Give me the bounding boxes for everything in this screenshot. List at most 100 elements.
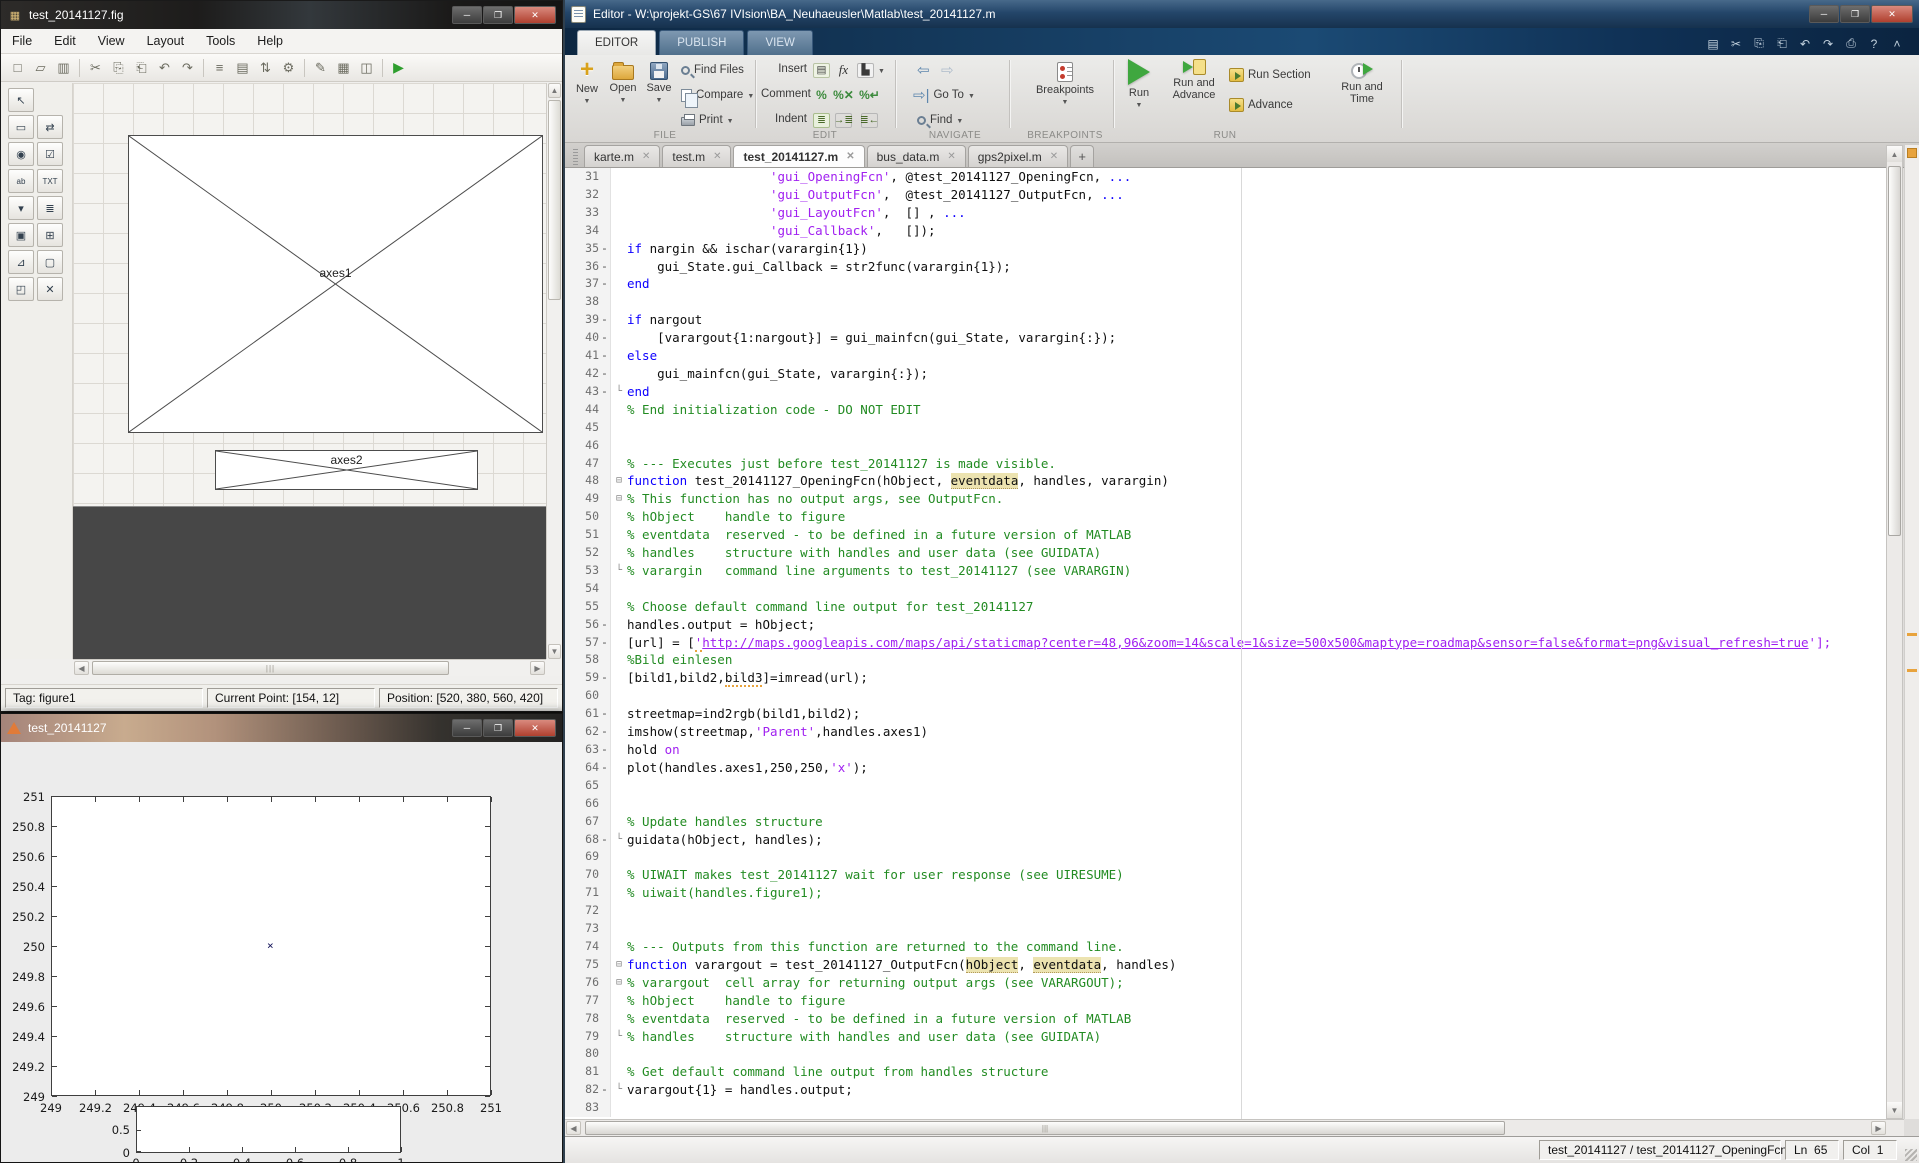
indent-left-button[interactable]: ≣← [861,110,878,130]
copy-icon[interactable]: ⎘ [107,57,130,79]
panel-tool[interactable]: ▢ [37,250,63,274]
resize-grip[interactable] [1905,1149,1917,1161]
axes2-placeholder[interactable]: axes2 [215,450,478,490]
toggle-button-tool[interactable]: ▣ [8,223,34,247]
code-line[interactable]: 37-end [565,275,1887,293]
save-button[interactable]: Save▼ [641,59,677,125]
code-line[interactable]: 53└% varargin command line arguments to … [565,562,1887,580]
code-line[interactable]: 62-imshow(streetmap,'Parent',handles.axe… [565,723,1887,741]
scroll-up-icon[interactable]: ▲ [1887,146,1902,162]
code-line[interactable]: 73 [565,920,1887,938]
code-line[interactable]: 81% Get default command line output from… [565,1063,1887,1081]
code-line[interactable]: 60 [565,687,1887,705]
code-line[interactable]: 59-[bild1,bild2,bild3]=imread(url); [565,669,1887,687]
cut-icon[interactable]: ✂ [1728,37,1744,51]
check-box-tool[interactable]: ☑ [37,142,63,166]
code-line[interactable]: 32 'gui_OutputFcn', @test_20141127_Outpu… [565,186,1887,204]
insert-block-button[interactable]: ▙▼ [857,60,885,80]
undo-icon[interactable]: ↶ [1797,37,1813,51]
code-line[interactable]: 76⊟% varargout cell array for returning … [565,974,1887,992]
paste-icon[interactable]: ⎗ [130,57,153,79]
code-line[interactable]: 36- gui_State.gui_Callback = str2func(va… [565,258,1887,276]
code-line[interactable]: 44% End initialization code - DO NOT EDI… [565,401,1887,419]
code-line[interactable]: 46 [565,437,1887,455]
run-section-button[interactable]: Run Section [1229,65,1311,85]
insert-function-button[interactable]: fx [835,60,852,80]
table-tool[interactable]: ⊞ [37,223,63,247]
new-tab-button[interactable]: + [1070,145,1094,167]
static-text-tool[interactable]: TXT [37,169,63,193]
code-editor[interactable]: 31 'gui_OpeningFcn', @test_20141127_Open… [565,168,1887,1119]
fold-marker[interactable]: ⊟ [611,472,627,490]
axes-tool[interactable]: ⊿ [8,250,34,274]
find-files-button[interactable]: Find Files [681,60,744,80]
scroll-left-icon[interactable]: ◀ [74,661,89,675]
compare-button[interactable]: Compare▼ [681,85,754,105]
close-tab-icon[interactable]: ✕ [642,151,650,162]
code-line[interactable]: 41-else [565,347,1887,365]
new-button[interactable]: + New▼ [569,59,605,125]
run-and-time-button[interactable]: Run and Time [1333,59,1391,125]
listbox-tool[interactable]: ≣ [37,196,63,220]
code-line[interactable]: 80 [565,1045,1887,1063]
fold-marker[interactable]: ⊟ [611,490,627,508]
file-tab-karte-m[interactable]: karte.m✕ [584,145,660,167]
code-line[interactable]: 52% handles structure with handles and u… [565,544,1887,562]
close-tab-icon[interactable]: ✕ [713,151,721,162]
code-line[interactable]: 34 'gui_Callback', []); [565,222,1887,240]
minimize-ribbon-icon[interactable]: ˄ [1889,37,1905,51]
code-line[interactable]: 50% hObject handle to figure [565,508,1887,526]
code-line[interactable]: 38 [565,293,1887,311]
tabbar-grip[interactable] [573,149,578,165]
code-line[interactable]: 71% uiwait(handles.figure1); [565,884,1887,902]
smart-indent-button[interactable]: ≣ [813,110,830,130]
mfile-editor-icon[interactable]: ✎ [309,57,332,79]
tab-view[interactable]: VIEW [747,30,812,55]
menu-editor-icon[interactable]: ▤ [231,57,254,79]
align-objects-icon[interactable]: ≡ [208,57,231,79]
menu-edit[interactable]: Edit [43,30,87,52]
tab-order-editor-icon[interactable]: ⇅ [254,57,277,79]
fold-marker[interactable]: ⊟ [611,956,627,974]
minimize-button[interactable]: ─ [1809,5,1839,23]
horizontal-scroll-thumb[interactable]: ||| [585,1121,1505,1135]
mlint-summary-indicator[interactable] [1907,148,1917,158]
code-line[interactable]: 82-└varargout{1} = handles.output; [565,1081,1887,1099]
new-figure-icon[interactable]: □ [6,57,29,79]
close-tab-icon[interactable]: ✕ [947,151,955,162]
code-line[interactable]: 31 'gui_OpeningFcn', @test_20141127_Open… [565,168,1887,186]
current-function-indicator[interactable]: test_20141127 / test_20141127_OpeningFcn [1539,1140,1781,1160]
menu-view[interactable]: View [87,30,136,52]
code-line[interactable]: 75⊟function varargout = test_20141127_Ou… [565,956,1887,974]
scroll-down-icon[interactable]: ▼ [548,644,561,659]
open-button[interactable]: Open▼ [605,59,641,125]
scroll-down-icon[interactable]: ▼ [1887,1102,1902,1118]
object-browser-icon[interactable]: ◫ [355,57,378,79]
axes1-placeholder[interactable]: axes1 [128,135,543,433]
forward-button[interactable]: ⇨ [941,60,954,80]
horizontal-scroll-thumb[interactable]: ||| [92,661,449,675]
print-button[interactable]: Print▼ [681,110,734,130]
code-line[interactable]: 72 [565,902,1887,920]
minimize-button[interactable]: ─ [452,6,482,24]
indent-right-button[interactable]: →≣ [835,110,852,130]
insert-section-button[interactable]: ▤ [813,60,830,80]
popup-menu-tool[interactable]: ▾ [8,196,34,220]
code-line[interactable]: 77% hObject handle to figure [565,992,1887,1010]
code-line[interactable]: 68-└guidata(hObject, handles); [565,831,1887,849]
save-icon[interactable]: ▤ [1705,37,1721,51]
code-line[interactable]: 61-streetmap=ind2rgb(bild1,bild2); [565,705,1887,723]
code-line[interactable]: 67% Update handles structure [565,813,1887,831]
code-line[interactable]: 55% Choose default command line output f… [565,598,1887,616]
print-icon[interactable]: ⎙ [1843,36,1859,51]
file-tab-test-m[interactable]: test.m✕ [662,145,731,167]
code-line[interactable]: 45 [565,419,1887,437]
push-button-tool[interactable]: ▭ [8,115,34,139]
run-and-advance-button[interactable]: Run and Advance [1163,59,1225,125]
canvas-horizontal-scrollbar[interactable]: ◀ ||| ▶ [73,659,546,676]
edit-text-tool[interactable]: ab [8,169,34,193]
scroll-right-icon[interactable]: ▶ [530,661,545,675]
figure-axes2[interactable] [136,1106,401,1153]
slider-tool[interactable]: ⇄ [37,115,63,139]
layout-canvas[interactable]: axes1 axes2 [73,83,546,659]
